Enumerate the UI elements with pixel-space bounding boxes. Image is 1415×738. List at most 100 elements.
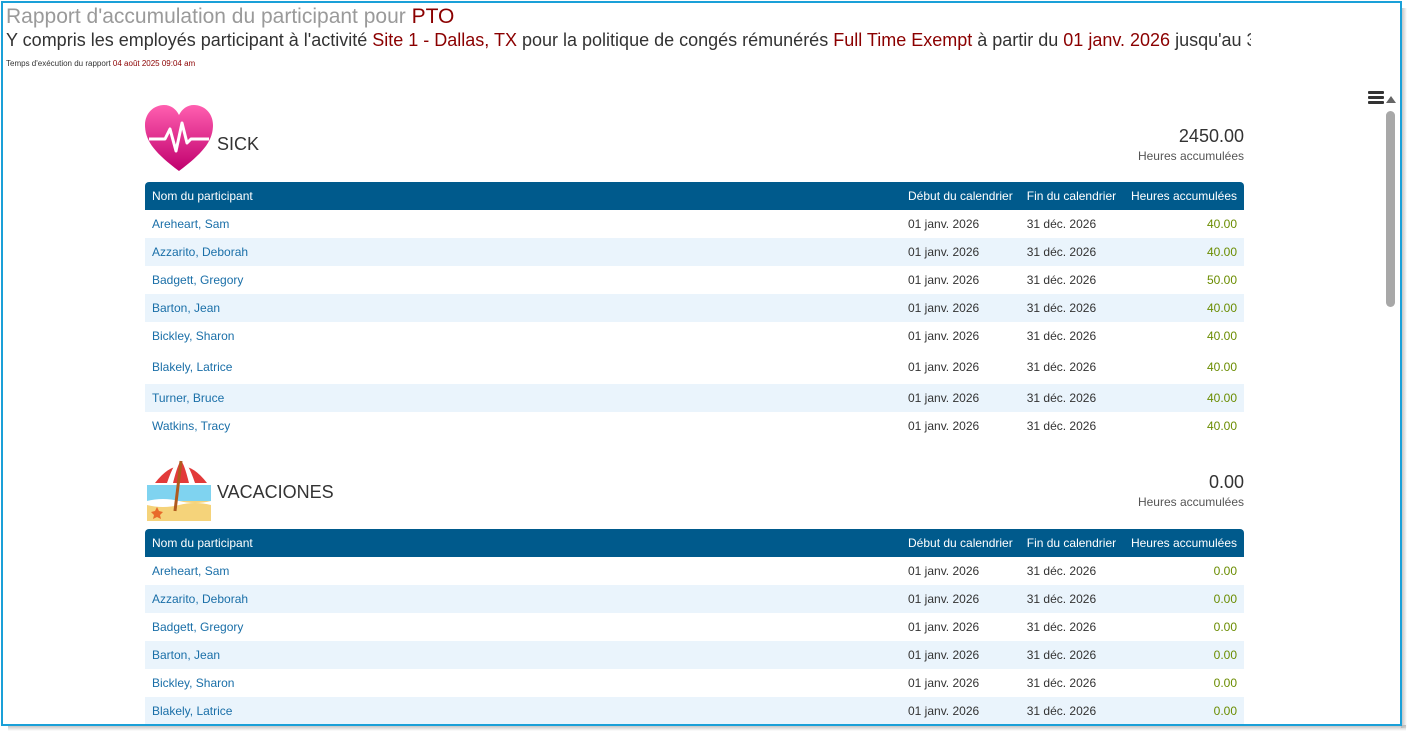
calendar-start: 01 janv. 2026 xyxy=(908,620,980,634)
table-row: Areheart, Sam 01 janv. 2026 31 déc. 2026… xyxy=(145,557,1244,585)
section-sick: SICK 2450.00 Heures accumulées Nom du pa… xyxy=(145,105,1244,440)
table-row: Azzarito, Deborah 01 janv. 2026 31 déc. … xyxy=(145,238,1244,266)
section-vacaciones-title: VACACIONES xyxy=(217,482,334,502)
calendar-start: 01 janv. 2026 xyxy=(908,217,980,231)
calendar-start: 01 janv. 2026 xyxy=(908,564,980,578)
participant-name-link[interactable]: Areheart, Sam xyxy=(145,557,901,585)
accrued-hours: 0.00 xyxy=(1213,704,1237,718)
column-header-hours[interactable]: Heures accumulées xyxy=(1123,529,1244,557)
section-vacaciones-header: VACACIONES 0.00 Heures accumulées xyxy=(145,455,1244,525)
column-header-start[interactable]: Début du calendrier xyxy=(901,182,1020,210)
calendar-start: 01 janv. 2026 xyxy=(908,648,980,662)
execution-time-label: Temps d'exécution du rapport xyxy=(6,59,113,68)
accrued-hours: 40.00 xyxy=(1206,217,1237,231)
table-row: Blakely, Latrice 01 janv. 2026 31 déc. 2… xyxy=(145,697,1244,724)
participant-name-link[interactable]: Badgett, Gregory xyxy=(145,613,901,641)
calendar-start: 01 janv. 2026 xyxy=(908,245,980,259)
calendar-start: 01 janv. 2026 xyxy=(908,301,980,315)
accrued-hours: 0.00 xyxy=(1213,564,1237,578)
participant-name-link[interactable]: Barton, Jean xyxy=(145,641,901,669)
participant-name-link[interactable]: Badgett, Gregory xyxy=(145,266,901,294)
section-vacaciones-total: 0.00 xyxy=(1208,472,1244,492)
participant-name-link[interactable]: Bickley, Sharon xyxy=(145,322,901,350)
title-policy: PTO xyxy=(411,5,455,28)
section-sick-total: 2450.00 xyxy=(1178,126,1244,146)
table-row: Azzarito, Deborah 01 janv. 2026 31 déc. … xyxy=(145,585,1244,613)
accrued-hours: 40.00 xyxy=(1206,245,1237,259)
subtitle-site: Site 1 - Dallas, TX xyxy=(372,30,522,50)
table-row: Turner, Bruce 01 janv. 2026 31 déc. 2026… xyxy=(145,384,1244,412)
calendar-end: 31 déc. 2026 xyxy=(1026,564,1097,578)
participant-name-link[interactable]: Watkins, Tracy xyxy=(145,412,901,440)
column-header-start[interactable]: Début du calendrier xyxy=(901,529,1020,557)
calendar-start: 01 janv. 2026 xyxy=(908,391,980,405)
participant-name-link[interactable]: Azzarito, Deborah xyxy=(145,585,901,613)
participant-name-link[interactable]: Turner, Bruce xyxy=(145,384,901,412)
calendar-start: 01 janv. 2026 xyxy=(908,592,980,606)
table-row: Areheart, Sam 01 janv. 2026 31 déc. 2026… xyxy=(145,210,1244,238)
vacaciones-table-header-row: Nom du participant Début du calendrier F… xyxy=(145,529,1244,557)
subtitle-from-date: 01 janv. 2026 xyxy=(1063,30,1171,50)
vacaciones-table: Nom du participant Début du calendrier F… xyxy=(145,529,1244,724)
calendar-end: 31 déc. 2026 xyxy=(1026,273,1097,287)
participant-name-link[interactable]: Blakely, Latrice xyxy=(145,350,901,384)
table-row: Bickley, Sharon 01 janv. 2026 31 déc. 20… xyxy=(145,322,1244,350)
calendar-start: 01 janv. 2026 xyxy=(908,329,980,343)
calendar-end: 31 déc. 2026 xyxy=(1026,592,1097,606)
accrued-hours: 0.00 xyxy=(1213,676,1237,690)
sick-table: Nom du participant Début du calendrier F… xyxy=(145,182,1244,440)
section-sick-total-label: Heures accumulées xyxy=(1137,149,1244,163)
calendar-start: 01 janv. 2026 xyxy=(908,704,980,718)
calendar-start: 01 janv. 2026 xyxy=(908,419,980,433)
accrued-hours: 40.00 xyxy=(1206,301,1237,315)
calendar-end: 31 déc. 2026 xyxy=(1026,245,1097,259)
table-row: Barton, Jean 01 janv. 2026 31 déc. 2026 … xyxy=(145,641,1244,669)
calendar-start: 01 janv. 2026 xyxy=(908,273,980,287)
report-window: Rapport d'accumulation du participant po… xyxy=(1,1,1402,726)
participant-name-link[interactable]: Blakely, Latrice xyxy=(145,697,901,724)
table-row: Badgett, Gregory 01 janv. 2026 31 déc. 2… xyxy=(145,613,1244,641)
participant-name-link[interactable]: Bickley, Sharon xyxy=(145,669,901,697)
calendar-end: 31 déc. 2026 xyxy=(1026,704,1097,718)
scrollbar-thumb[interactable] xyxy=(1386,111,1395,307)
column-header-hours[interactable]: Heures accumulées xyxy=(1123,182,1244,210)
scroll-up-arrow-icon[interactable] xyxy=(1386,96,1396,103)
participant-name-link[interactable]: Azzarito, Deborah xyxy=(145,238,901,266)
section-vacaciones-total-label: Heures accumulées xyxy=(1137,495,1244,509)
subtitle-text-a: Y compris les employés participant à l'a… xyxy=(6,30,373,50)
accrued-hours: 40.00 xyxy=(1206,419,1237,433)
accrued-hours: 0.00 xyxy=(1213,592,1237,606)
accrued-hours: 0.00 xyxy=(1213,648,1237,662)
calendar-end: 31 déc. 2026 xyxy=(1026,329,1097,343)
calendar-end: 31 déc. 2026 xyxy=(1026,419,1097,433)
accrued-hours: 0.00 xyxy=(1213,620,1237,634)
execution-time: Temps d'exécution du rapport 04 août 202… xyxy=(6,59,1251,68)
report-header: Rapport d'accumulation du participant po… xyxy=(6,5,1251,68)
accrued-hours: 40.00 xyxy=(1206,391,1237,405)
calendar-start: 01 janv. 2026 xyxy=(908,676,980,690)
section-vacaciones: VACACIONES 0.00 Heures accumulées Nom du… xyxy=(145,455,1244,724)
table-row: Watkins, Tracy 01 janv. 2026 31 déc. 202… xyxy=(145,412,1244,440)
column-header-name[interactable]: Nom du participant xyxy=(145,182,901,210)
hamburger-menu-icon[interactable] xyxy=(1368,91,1384,105)
column-header-end[interactable]: Fin du calendrier xyxy=(1020,529,1123,557)
accrued-hours: 40.00 xyxy=(1206,360,1237,374)
accrued-hours: 40.00 xyxy=(1206,329,1237,343)
table-row: Bickley, Sharon 01 janv. 2026 31 déc. 20… xyxy=(145,669,1244,697)
table-row: Blakely, Latrice 01 janv. 2026 31 déc. 2… xyxy=(145,350,1244,384)
column-header-end[interactable]: Fin du calendrier xyxy=(1020,182,1123,210)
column-header-name[interactable]: Nom du participant xyxy=(145,529,901,557)
table-row: Badgett, Gregory 01 janv. 2026 31 déc. 2… xyxy=(145,266,1244,294)
report-title: Rapport d'accumulation du participant po… xyxy=(6,5,1251,29)
table-row: Barton, Jean 01 janv. 2026 31 déc. 2026 … xyxy=(145,294,1244,322)
execution-time-value: 04 août 2025 09:04 am xyxy=(112,59,196,68)
accrued-hours: 50.00 xyxy=(1206,273,1237,287)
calendar-end: 31 déc. 2026 xyxy=(1026,360,1097,374)
subtitle-text-d: jusqu'au 3 xyxy=(1170,30,1251,50)
section-sick-title: SICK xyxy=(217,134,260,154)
sick-table-header-row: Nom du participant Début du calendrier F… xyxy=(145,182,1244,210)
calendar-end: 31 déc. 2026 xyxy=(1026,301,1097,315)
report-subtitle: Y compris les employés participant à l'a… xyxy=(6,29,1251,51)
participant-name-link[interactable]: Barton, Jean xyxy=(145,294,901,322)
participant-name-link[interactable]: Areheart, Sam xyxy=(145,210,901,238)
